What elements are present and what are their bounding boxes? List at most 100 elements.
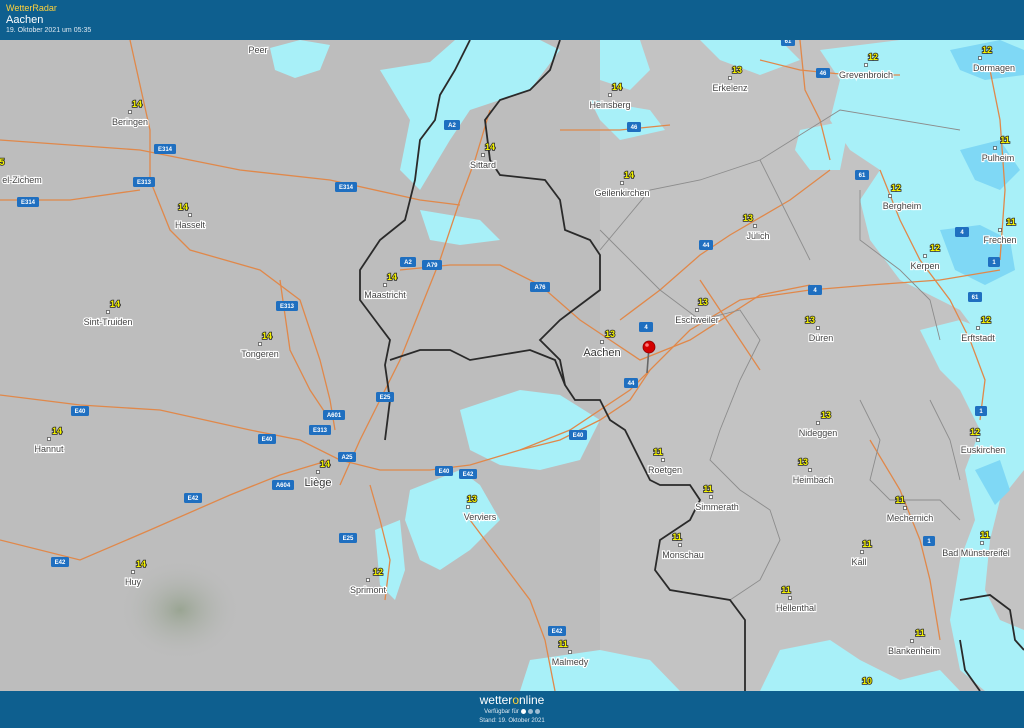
road-shield-a46-b: 46 (816, 68, 830, 78)
svg-text:Geilenkirchen: Geilenkirchen (594, 188, 649, 198)
svg-text:14: 14 (262, 331, 272, 341)
header-bar: WetterRadar Aachen 19. Oktober 2021 um 0… (0, 0, 1024, 40)
road-shield-e314-a: E314 (154, 144, 176, 154)
road-shield-a604: A604 (272, 480, 294, 490)
radar-map[interactable]: A2 A2 A79 A76 E314 E314 E314 E313 E313 E… (0, 40, 1024, 691)
svg-text:E25: E25 (343, 536, 354, 542)
road-shield-e314-c: E314 (17, 197, 39, 207)
road-shield-e40-c: E40 (435, 466, 453, 476)
svg-text:12: 12 (373, 567, 383, 577)
svg-text:Sittard: Sittard (470, 160, 496, 170)
svg-text:Frechen: Frechen (983, 235, 1016, 245)
svg-text:Nideggen: Nideggen (799, 428, 838, 438)
svg-text:Roetgen: Roetgen (648, 465, 682, 475)
svg-text:11: 11 (862, 539, 872, 549)
svg-text:Jülich: Jülich (746, 231, 769, 241)
svg-text:A79: A79 (426, 263, 438, 269)
road-shield-e313-a: E313 (133, 177, 155, 187)
svg-text:11: 11 (672, 532, 682, 542)
svg-text:61: 61 (972, 295, 979, 301)
svg-text:E42: E42 (188, 496, 199, 502)
svg-text:12: 12 (891, 183, 901, 193)
svg-text:E40: E40 (439, 469, 450, 475)
svg-text:el-Zichem: el-Zichem (2, 175, 42, 185)
svg-text:Monschau: Monschau (662, 550, 704, 560)
svg-text:13: 13 (821, 410, 831, 420)
road-shield-a61-b: 61 (855, 170, 869, 180)
svg-text:A25: A25 (341, 455, 353, 461)
svg-text:Liège: Liège (305, 477, 332, 489)
svg-text:14: 14 (612, 82, 622, 92)
svg-text:Simmerath: Simmerath (695, 502, 739, 512)
svg-text:11: 11 (781, 585, 791, 595)
road-shield-a1-c: 1 (923, 536, 935, 546)
svg-text:E313: E313 (313, 428, 328, 434)
svg-text:11: 11 (895, 495, 905, 505)
svg-text:Kerpen: Kerpen (910, 261, 939, 271)
road-shield-a61-a: 61 (781, 40, 795, 46)
svg-text:14: 14 (485, 142, 495, 152)
road-shield-e42-c: E42 (459, 469, 477, 479)
road-shield-a2-n: A2 (444, 120, 460, 130)
svg-text:11: 11 (653, 447, 663, 457)
svg-text:A604: A604 (276, 483, 291, 489)
svg-text:Sint-Truiden: Sint-Truiden (84, 317, 133, 327)
footer-bar: wetteronline Verfügbar für Stand: 19. Ok… (0, 691, 1024, 728)
city-bottom: 10 (861, 675, 873, 687)
svg-text:E313: E313 (280, 304, 295, 310)
svg-text:11: 11 (558, 639, 568, 649)
svg-text:61: 61 (785, 40, 792, 45)
svg-text:5: 5 (0, 157, 5, 167)
svg-text:13: 13 (732, 65, 742, 75)
svg-text:44: 44 (703, 243, 710, 249)
svg-text:44: 44 (628, 381, 635, 387)
svg-text:12: 12 (868, 52, 878, 62)
road-shield-a44-b: 44 (624, 378, 638, 388)
svg-text:Peer: Peer (248, 45, 267, 55)
road-shield-e42-b: E42 (51, 557, 69, 567)
svg-text:14: 14 (132, 99, 142, 109)
svg-text:14: 14 (624, 170, 634, 180)
svg-text:E40: E40 (262, 437, 273, 443)
road-shield-a46-a: 46 (627, 122, 641, 132)
svg-text:13: 13 (605, 329, 615, 339)
svg-text:E42: E42 (55, 560, 66, 566)
svg-text:Tongeren: Tongeren (241, 349, 279, 359)
road-shield-a79: A79 (422, 260, 442, 270)
road-shield-a4-b: 4 (808, 285, 822, 295)
svg-text:A76: A76 (534, 285, 546, 291)
svg-text:Kall: Kall (851, 557, 866, 567)
svg-text:E40: E40 (573, 433, 584, 439)
road-shield-a4-a: 4 (639, 322, 653, 332)
svg-text:Eschweiler: Eschweiler (675, 315, 719, 325)
road-shield-a1-a: 1 (988, 257, 1000, 267)
svg-text:Hellenthal: Hellenthal (776, 603, 816, 613)
svg-text:Hasselt: Hasselt (175, 220, 206, 230)
svg-text:13: 13 (805, 315, 815, 325)
svg-text:Heimbach: Heimbach (793, 475, 834, 485)
svg-text:Huy: Huy (125, 577, 142, 587)
svg-text:Dormagen: Dormagen (973, 63, 1015, 73)
forest-shade (120, 560, 240, 660)
wetteronline-logo[interactable]: wetteronline (0, 693, 1024, 707)
svg-text:Sprimont: Sprimont (350, 585, 387, 595)
svg-text:14: 14 (52, 426, 62, 436)
svg-text:14: 14 (136, 559, 146, 569)
svg-text:E313: E313 (137, 180, 152, 186)
footer-stand: Stand: 19. Oktober 2021 (479, 718, 545, 724)
svg-text:E314: E314 (339, 185, 354, 191)
road-shield-e313-b: E313 (276, 301, 298, 311)
svg-text:Heinsberg: Heinsberg (589, 100, 630, 110)
road-shield-e25-a: E25 (376, 392, 394, 402)
road-shield-a1-b: 1 (975, 406, 987, 416)
road-shield-e25-b: E25 (339, 533, 357, 543)
svg-text:46: 46 (820, 71, 827, 77)
svg-text:E40: E40 (75, 409, 86, 415)
svg-text:Beringen: Beringen (112, 117, 148, 127)
svg-text:Grevenbroich: Grevenbroich (839, 70, 893, 80)
svg-text:A2: A2 (404, 260, 412, 266)
svg-text:Hannut: Hannut (34, 444, 64, 454)
svg-text:61: 61 (859, 173, 866, 179)
svg-text:Blankenheim: Blankenheim (888, 646, 940, 656)
svg-text:E314: E314 (158, 147, 173, 153)
